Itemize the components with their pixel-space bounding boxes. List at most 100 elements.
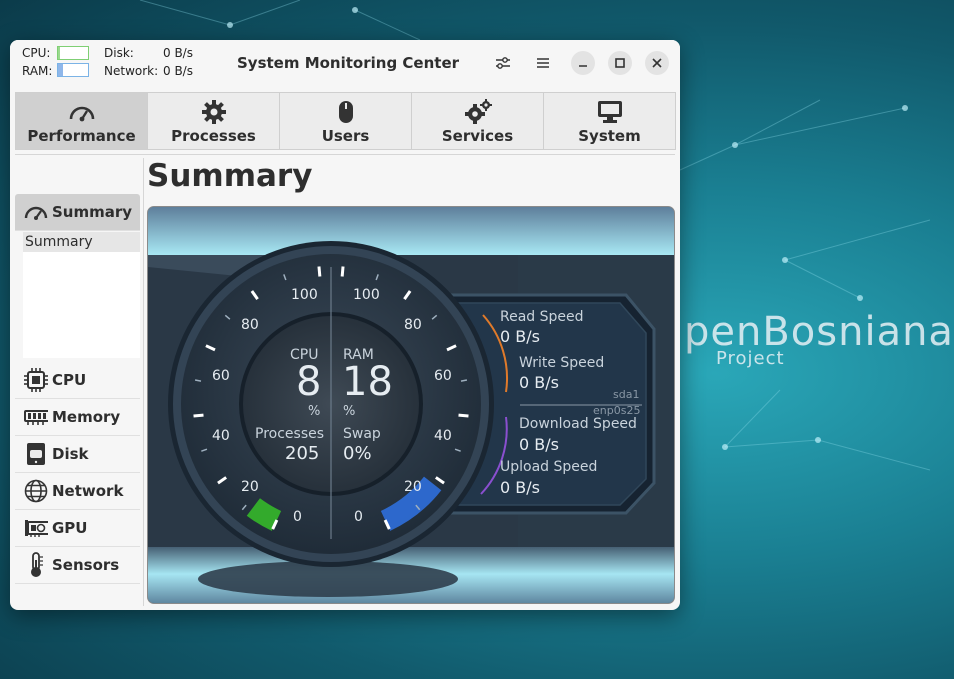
cpu-tick-100: 100 — [291, 287, 318, 303]
cpu-tick-20: 20 — [241, 479, 259, 495]
mini-network-label: Network: — [104, 64, 159, 78]
title-bar[interactable]: CPU: RAM: Disk: 0 B/s Network: 0 B/s Sys… — [10, 40, 680, 86]
swap-label: Swap — [343, 426, 381, 442]
brand-subtitle: Project — [716, 348, 785, 369]
sidebar-item-label: Sensors — [52, 556, 120, 574]
sidebar-item-cpu[interactable]: CPU — [15, 362, 140, 399]
gear-icon — [201, 100, 226, 124]
summary-sublist: Summary — [23, 232, 140, 358]
tab-users[interactable]: Users — [279, 92, 412, 150]
tab-processes[interactable]: Processes — [147, 92, 280, 150]
tab-label: Services — [441, 127, 514, 145]
thermometer-icon — [31, 552, 43, 577]
sidebar-item-label: GPU — [52, 519, 88, 537]
tab-label: Users — [321, 127, 370, 145]
settings-sliders-button[interactable] — [491, 51, 515, 75]
cpu-unit: % — [308, 404, 321, 419]
gauge-tick-mark — [317, 266, 322, 277]
globe-icon — [24, 479, 48, 503]
memory-icon — [24, 410, 48, 425]
ram-tick-20: 20 — [404, 479, 422, 495]
mini-disk-label: Disk: — [104, 46, 134, 60]
app-window: CPU: RAM: Disk: 0 B/s Network: 0 B/s Sys… — [10, 40, 680, 610]
gauge-tick-mark — [458, 413, 469, 418]
tab-label: System — [578, 127, 641, 145]
sliders-icon — [496, 57, 510, 69]
speedometer-icon — [24, 206, 48, 220]
cpu-tick-60: 60 — [212, 368, 230, 384]
speedometer-icon — [69, 106, 94, 122]
monitor-icon — [597, 101, 622, 123]
ram-tick-80: 80 — [404, 317, 422, 333]
sidebar-item-label: Network — [52, 482, 124, 500]
close-button[interactable] — [645, 51, 669, 75]
cpu-tick-80: 80 — [241, 317, 259, 333]
performance-summary-panel: 100 80 60 40 20 0 100 80 60 40 20 0 CPU … — [147, 206, 675, 604]
maximize-icon — [615, 58, 625, 68]
gauge-tick-mark — [460, 379, 468, 382]
main-menu-button[interactable] — [531, 51, 555, 75]
divider — [15, 154, 675, 155]
tab-label: Performance — [27, 127, 136, 145]
disk-icon — [27, 443, 45, 465]
gpu-card-icon — [25, 520, 48, 537]
page-title: Summary — [147, 158, 313, 194]
gauge-tick-mark — [194, 379, 202, 382]
mini-ram-bar — [57, 63, 89, 77]
tab-system[interactable]: System — [543, 92, 676, 150]
mini-cpu-label: CPU: — [22, 46, 51, 60]
read-speed-value: 0 B/s — [500, 327, 540, 346]
mini-network-value: 0 B/s — [163, 64, 193, 78]
sidebar-item-summary[interactable]: Summary — [15, 194, 140, 231]
minimize-icon — [579, 65, 587, 67]
ram-tick-100: 100 — [353, 287, 380, 303]
mini-cpu-bar — [57, 46, 89, 60]
maximize-button[interactable] — [608, 51, 632, 75]
sidebar: Summary Summary CPU Memory Disk Network … — [15, 158, 144, 606]
ram-tick-40: 40 — [434, 428, 452, 444]
download-speed-label: Download Speed — [519, 416, 637, 432]
gauge-tick-mark — [340, 266, 345, 277]
desktop-brand: penBosniana Project — [684, 310, 954, 369]
write-speed-value: 0 B/s — [519, 373, 559, 392]
ram-value: 18 — [342, 359, 393, 405]
hamburger-menu-icon — [537, 58, 549, 68]
tab-label: Processes — [171, 127, 256, 145]
mouse-icon — [338, 101, 353, 123]
disk-device-name: sda1 — [613, 388, 640, 401]
write-speed-label: Write Speed — [519, 355, 605, 371]
sidebar-item-label: Memory — [52, 408, 121, 426]
minimize-button[interactable] — [571, 51, 595, 75]
mini-ram-label: RAM: — [22, 64, 53, 78]
cpu-chip-icon — [24, 368, 48, 392]
download-speed-value: 0 B/s — [519, 435, 559, 454]
mini-disk-value: 0 B/s — [163, 46, 193, 60]
gears-icon — [464, 99, 492, 124]
cpu-value: 8 — [296, 359, 322, 405]
swap-value: 0% — [343, 443, 372, 464]
sidebar-item-label: CPU — [52, 371, 87, 389]
main-tabs: Performance Processes Users Services Sys… — [15, 92, 676, 150]
gauge-tick-mark — [193, 413, 204, 418]
window-title: System Monitoring Center — [237, 54, 460, 72]
processes-label: Processes — [255, 426, 325, 442]
sublist-item-summary[interactable]: Summary — [23, 232, 140, 252]
sidebar-item-network[interactable]: Network — [15, 473, 140, 510]
upload-speed-label: Upload Speed — [500, 459, 598, 475]
sidebar-item-label: Summary — [52, 203, 133, 221]
cpu-tick-0: 0 — [293, 509, 302, 525]
sidebar-item-sensors[interactable]: Sensors — [15, 547, 140, 584]
sidebar-item-disk[interactable]: Disk — [15, 436, 140, 473]
sidebar-item-label: Disk — [52, 445, 89, 463]
ram-tick-60: 60 — [434, 368, 452, 384]
tab-services[interactable]: Services — [411, 92, 544, 150]
ram-unit: % — [343, 404, 356, 419]
processes-value: 205 — [285, 443, 320, 464]
upload-speed-value: 0 B/s — [500, 478, 540, 497]
tab-performance[interactable]: Performance — [15, 92, 148, 150]
close-icon — [652, 58, 662, 68]
sidebar-item-gpu[interactable]: GPU — [15, 510, 140, 547]
ram-tick-0: 0 — [354, 509, 363, 525]
sidebar-item-memory[interactable]: Memory — [15, 399, 140, 436]
cpu-tick-40: 40 — [212, 428, 230, 444]
